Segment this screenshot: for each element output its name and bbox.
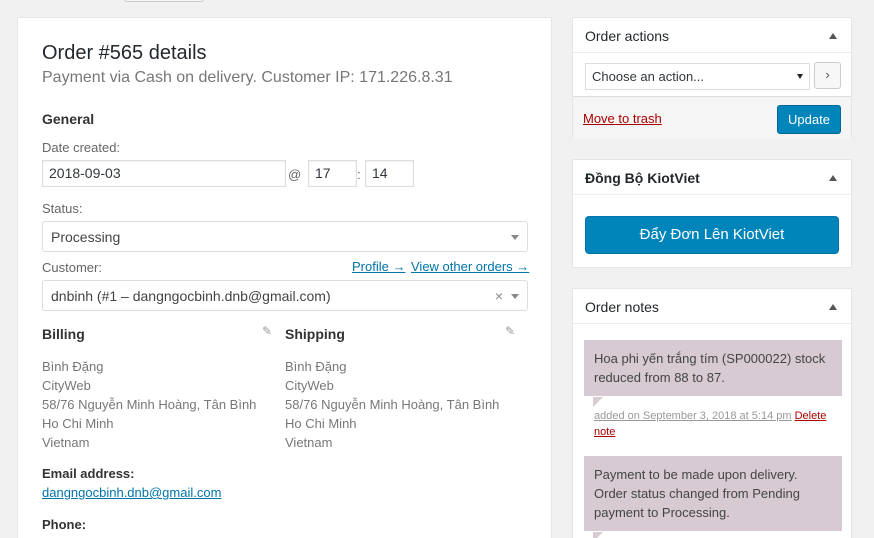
billing-line: 58/76 Nguyễn Minh Hoàng, Tân Bình xyxy=(42,397,257,412)
page-title: Order #565 details xyxy=(42,42,207,64)
customer-value: dnbinh (#1 – dangngocbinh.dnb@gmail.com) xyxy=(51,288,331,304)
shipping-line: CityWeb xyxy=(285,378,334,393)
clear-icon[interactable]: × xyxy=(495,288,503,304)
order-notes-title: Order notes xyxy=(585,299,659,315)
top-tab-stub xyxy=(124,0,204,2)
billing-heading: Billing xyxy=(42,326,85,342)
minute-input[interactable]: 14 xyxy=(365,160,414,187)
email-link[interactable]: dangngocbinh.dnb@gmail.com xyxy=(42,485,221,500)
billing-line: Bình Đặng xyxy=(42,359,104,374)
order-actions-header[interactable]: Order actions xyxy=(573,18,851,53)
view-other-orders-link[interactable]: View other orders → xyxy=(411,259,529,274)
note-date: added on September 3, 2018 at 5:14 pm xyxy=(594,410,792,422)
collapse-triangle-icon[interactable] xyxy=(829,33,837,39)
shipping-line: 58/76 Nguyễn Minh Hoàng, Tân Bình xyxy=(285,397,500,412)
collapse-triangle-icon[interactable] xyxy=(829,304,837,310)
apply-action-button[interactable]: › xyxy=(814,62,841,89)
chevron-down-icon xyxy=(797,74,803,79)
profile-link[interactable]: Profile → xyxy=(352,259,405,274)
email-label: Email address: xyxy=(42,466,135,481)
order-note: Payment to be made upon delivery. Order … xyxy=(584,456,842,531)
order-notes-box: Order notes Hoa phi yến trắng tím (SP000… xyxy=(572,288,852,538)
order-notes-header[interactable]: Order notes xyxy=(573,289,851,324)
shipping-address: Bình Đặng CityWeb 58/76 Nguyễn Minh Hoàn… xyxy=(285,357,499,452)
order-data-panel: Order #565 details Payment via Cash on d… xyxy=(17,17,552,538)
hour-input[interactable]: 17 xyxy=(308,160,357,187)
billing-line: CityWeb xyxy=(42,378,91,393)
status-value: Processing xyxy=(51,229,121,245)
phone-label: Phone: xyxy=(42,517,87,532)
billing-line: Vietnam xyxy=(42,435,90,450)
order-action-value: Choose an action... xyxy=(592,69,705,84)
general-heading: General xyxy=(42,111,95,127)
status-label: Status: xyxy=(42,201,83,216)
kiotviet-header[interactable]: Đồng Bộ KiotViet xyxy=(573,160,851,195)
billing-line: Ho Chi Minh xyxy=(42,416,114,431)
push-to-kiotviet-button[interactable]: Đẩy Đơn Lên KiotViet xyxy=(585,216,839,254)
date-created-input[interactable]: 2018-09-03 xyxy=(42,160,286,187)
collapse-triangle-icon[interactable] xyxy=(829,175,837,181)
order-action-select[interactable]: Choose an action... xyxy=(585,63,810,90)
kiotviet-box: Đồng Bộ KiotViet Đẩy Đơn Lên KiotViet xyxy=(572,159,852,268)
at-sign: @ xyxy=(288,167,302,182)
order-subtitle: Payment via Cash on delivery. Customer I… xyxy=(42,69,453,86)
move-to-trash-link[interactable]: Move to trash xyxy=(583,111,662,126)
shipping-line: Vietnam xyxy=(285,435,333,450)
billing-address: Bình Đặng CityWeb 58/76 Nguyễn Minh Hoàn… xyxy=(42,357,256,452)
customer-select[interactable]: dnbinh (#1 – dangngocbinh.dnb@gmail.com)… xyxy=(42,280,528,311)
note-meta: added on September 3, 2018 at 5:14 pm De… xyxy=(594,408,839,440)
update-button[interactable]: Update xyxy=(777,105,841,134)
kiotviet-title: Đồng Bộ KiotViet xyxy=(585,170,700,186)
status-select[interactable]: Processing xyxy=(42,221,528,252)
order-actions-title: Order actions xyxy=(585,28,670,44)
edit-shipping-pencil-icon[interactable]: ✎ xyxy=(505,324,515,338)
customer-label: Customer: xyxy=(42,260,102,275)
edit-billing-pencil-icon[interactable]: ✎ xyxy=(262,324,272,338)
order-actions-footer: Move to trash Update xyxy=(573,96,851,139)
order-actions-box: Order actions Choose an action... › Move… xyxy=(572,17,852,139)
chevron-down-icon xyxy=(511,235,519,240)
shipping-heading: Shipping xyxy=(285,326,345,342)
shipping-line: Bình Đặng xyxy=(285,359,347,374)
note-tail xyxy=(593,397,603,407)
shipping-line: Ho Chi Minh xyxy=(285,416,357,431)
note-tail xyxy=(593,532,603,538)
time-colon: : xyxy=(357,167,361,182)
chevron-down-icon xyxy=(511,294,519,299)
date-created-label: Date created: xyxy=(42,140,121,155)
order-note: Hoa phi yến trắng tím (SP000022) stock r… xyxy=(584,340,842,396)
